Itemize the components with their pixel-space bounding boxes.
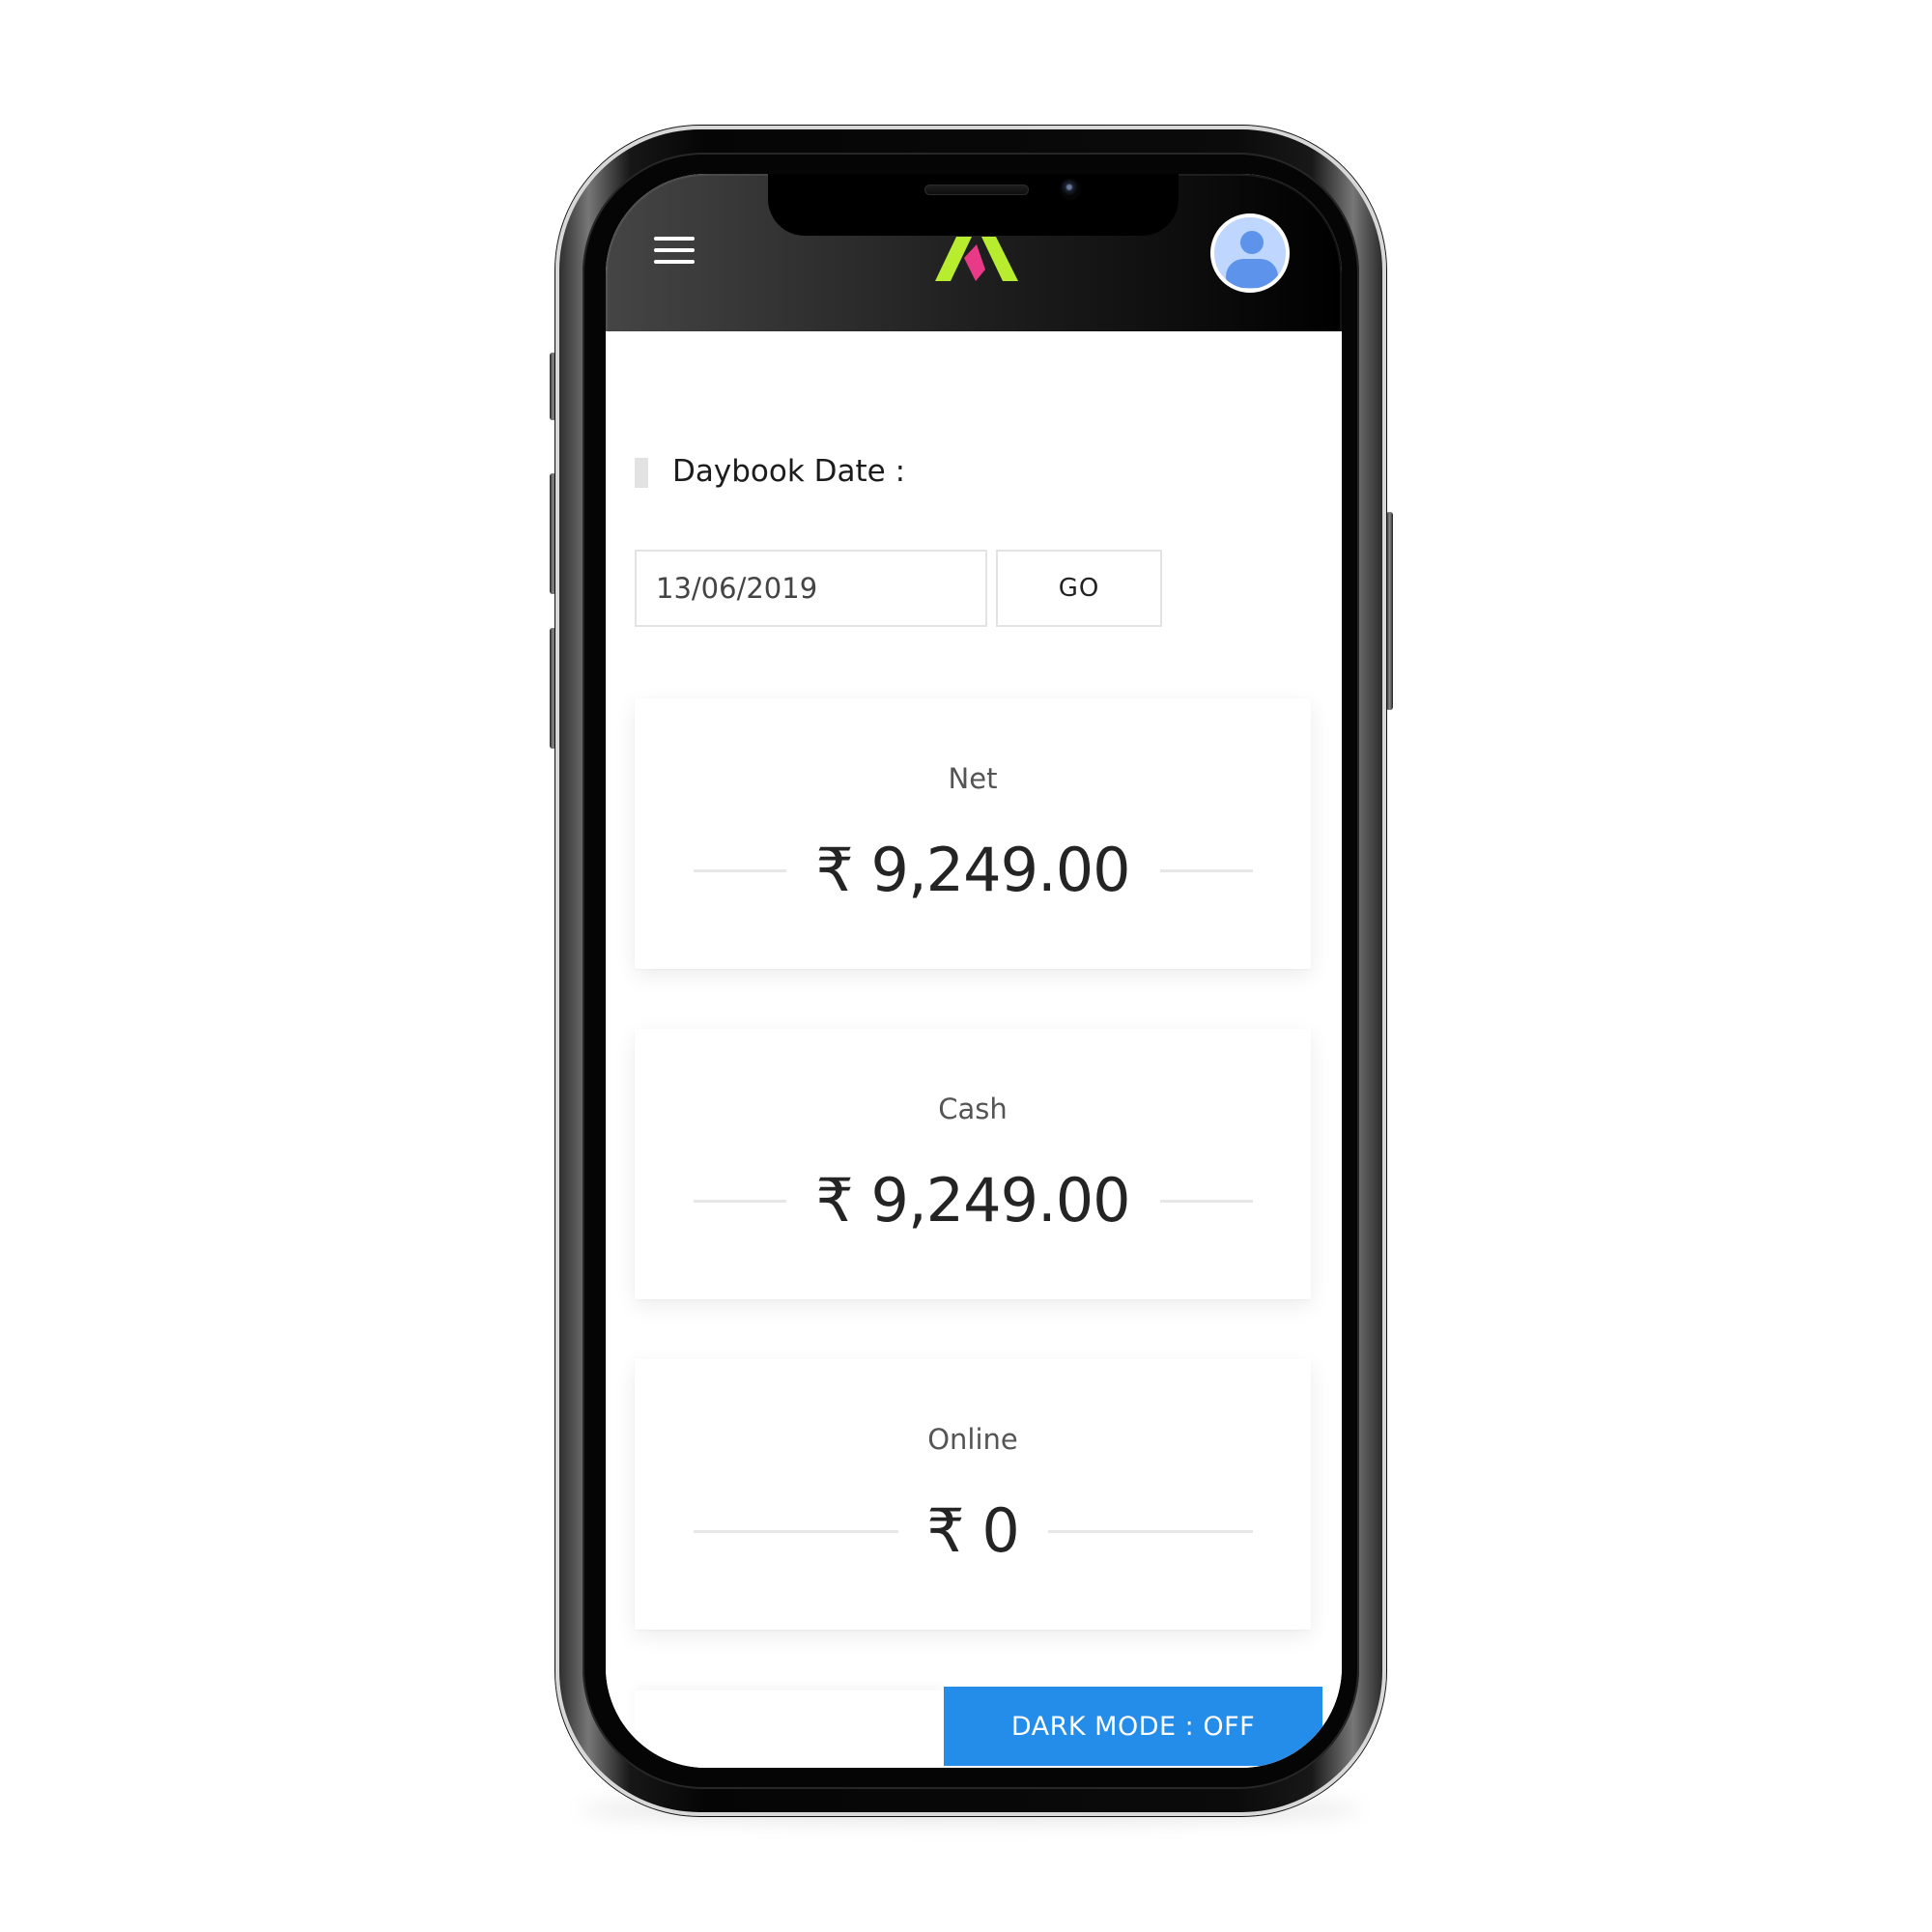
online-summary-card: Online ₹ 0 <box>635 1359 1311 1630</box>
menu-line-icon <box>654 248 695 252</box>
avatar-head-icon <box>1240 231 1264 254</box>
logo-right-stroke-icon <box>981 237 1018 281</box>
summary-amount-row: ₹ 9,249.00 <box>635 1162 1311 1239</box>
go-button[interactable]: GO <box>996 550 1162 627</box>
summary-card-title: Net <box>948 762 998 795</box>
section-marker <box>635 458 648 488</box>
main-content: Daybook Date : GO Net ₹ 9,249.00 Cash ₹ … <box>606 331 1342 1768</box>
amount-right-divider <box>1048 1530 1253 1533</box>
speaker-grille <box>924 185 1029 195</box>
summary-amount-row: ₹ 0 <box>635 1492 1311 1570</box>
summary-card-title: Cash <box>938 1093 1008 1125</box>
hamburger-menu-icon[interactable] <box>654 237 695 268</box>
net-summary-card: Net ₹ 9,249.00 <box>635 698 1311 969</box>
avatar-body-icon <box>1226 259 1278 288</box>
side-button <box>1386 512 1393 710</box>
user-avatar-icon[interactable] <box>1210 213 1290 293</box>
logo-center-shape-icon <box>964 244 985 281</box>
amount-right-divider <box>1160 869 1253 872</box>
cash-summary-card: Cash ₹ 9,249.00 <box>635 1029 1311 1299</box>
amount-right-divider <box>1160 1200 1253 1203</box>
phone-notch <box>768 174 1179 236</box>
menu-line-icon <box>654 260 695 264</box>
next-card-preview <box>635 1690 944 1768</box>
app-screen: Daybook Date : GO Net ₹ 9,249.00 Cash ₹ … <box>606 174 1342 1768</box>
menu-line-icon <box>654 237 695 241</box>
daybook-date-label: Daybook Date : <box>672 454 906 489</box>
summary-amount-row: ₹ 9,249.00 <box>635 832 1311 909</box>
app-logo-icon <box>935 237 1018 281</box>
daybook-date-input[interactable] <box>635 550 987 627</box>
front-camera-icon <box>1060 179 1081 200</box>
summary-card-title: Online <box>927 1423 1018 1456</box>
dark-mode-toggle-button[interactable]: DARK MODE : OFF <box>944 1687 1322 1766</box>
